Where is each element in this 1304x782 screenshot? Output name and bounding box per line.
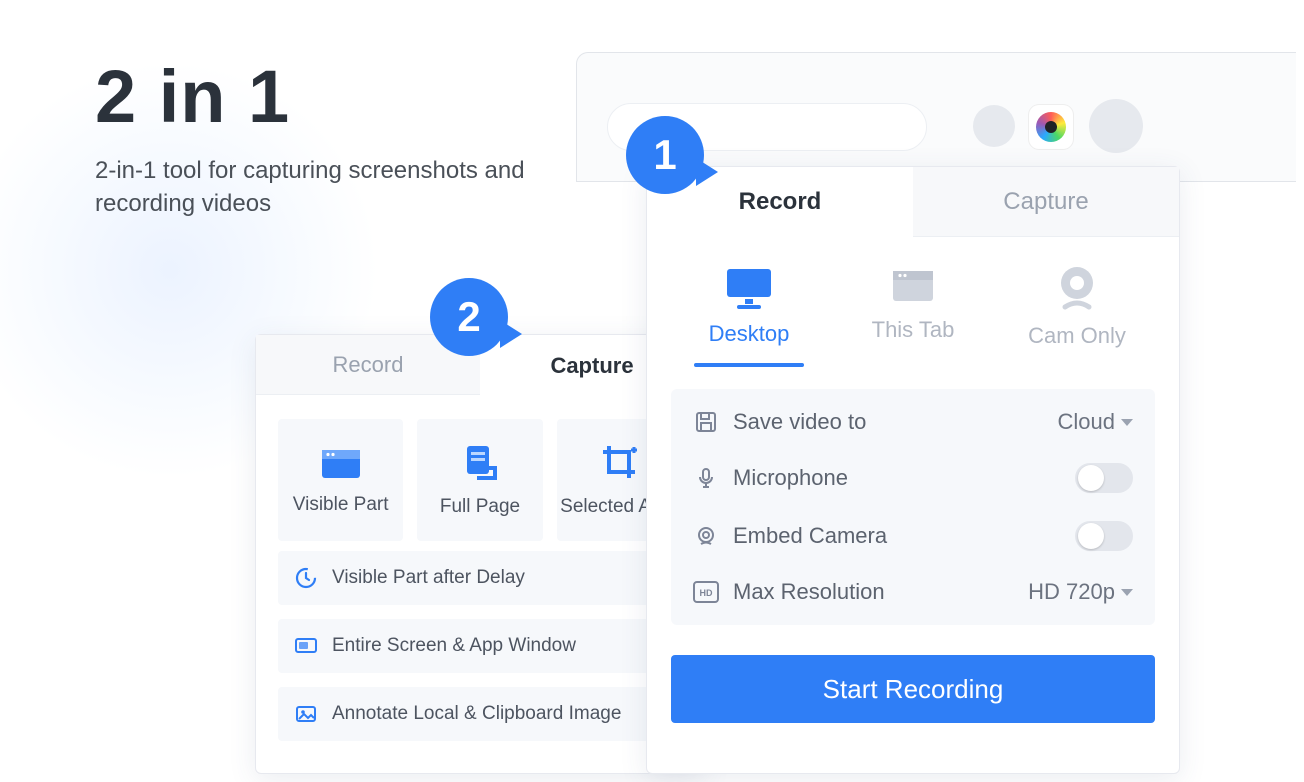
record-popup-tabs: Record Capture [647, 167, 1179, 237]
setting-label: Save video to [733, 409, 866, 435]
setting-embed-camera: Embed Camera [671, 507, 1155, 565]
chevron-down-icon [1121, 589, 1133, 596]
microphone-toggle[interactable] [1075, 463, 1133, 493]
image-icon [294, 702, 318, 726]
tile-label: Full Page [440, 496, 520, 518]
crop-icon [599, 442, 639, 482]
tab-icon [887, 263, 939, 307]
list-item-visible-delay[interactable]: Visible Part after Delay [278, 551, 682, 605]
hd-icon: HD [693, 579, 719, 605]
tile-full-page[interactable]: Full Page [417, 419, 542, 541]
capture-list: Visible Part after Delay Entire Screen &… [256, 551, 704, 753]
headline-block: 2 in 1 2-in-1 tool for capturing screens… [95, 58, 555, 221]
clock-icon [294, 566, 318, 590]
callout-bubble-2: 2 [430, 278, 508, 356]
setting-label: Max Resolution [733, 579, 885, 605]
camera-toggle[interactable] [1075, 521, 1133, 551]
dropdown-value: HD 720p [1028, 579, 1115, 605]
save-icon [693, 409, 719, 435]
save-to-dropdown[interactable]: Cloud [1058, 409, 1133, 435]
resolution-dropdown[interactable]: HD 720p [1028, 579, 1133, 605]
headline-subtitle: 2-in-1 tool for capturing screenshots an… [95, 154, 555, 221]
capture-popup: Record Capture Visible Part Full Page Se… [255, 334, 705, 774]
monitor-icon [294, 634, 318, 658]
source-label: Cam Only [1028, 323, 1126, 349]
camera-icon [1036, 112, 1066, 142]
chevron-down-icon [1121, 419, 1133, 426]
window-icon [320, 444, 362, 480]
record-settings: Save video to Cloud Microphone Embed C [671, 389, 1155, 625]
extension-icon[interactable] [1029, 105, 1073, 149]
toolbar-dot [973, 105, 1015, 147]
dropdown-value: Cloud [1058, 409, 1115, 435]
list-item-label: Visible Part after Delay [332, 567, 525, 589]
tab-capture[interactable]: Capture [913, 167, 1179, 236]
source-cam-only[interactable]: Cam Only [1002, 263, 1152, 367]
callout-bubble-1: 1 [626, 116, 704, 194]
capture-tiles: Visible Part Full Page Selected Area [256, 395, 704, 551]
tile-label: Visible Part [293, 494, 389, 516]
source-label: This Tab [872, 317, 955, 343]
microphone-icon [693, 465, 719, 491]
desktop-icon [721, 263, 777, 311]
bubble-tail [696, 158, 718, 186]
setting-label: Embed Camera [733, 523, 887, 549]
svg-text:HD: HD [700, 588, 713, 598]
source-this-tab[interactable]: This Tab [838, 263, 988, 367]
list-item-label: Annotate Local & Clipboard Image [332, 703, 621, 725]
bubble-tail [500, 320, 522, 348]
profile-avatar[interactable] [1089, 99, 1143, 153]
active-underline [694, 363, 804, 367]
source-label: Desktop [709, 321, 790, 347]
list-item-annotate[interactable]: Annotate Local & Clipboard Image [278, 687, 682, 741]
source-row: Desktop This Tab Cam Only [647, 237, 1179, 375]
setting-microphone: Microphone [671, 449, 1155, 507]
headline-title: 2 in 1 [95, 58, 555, 136]
setting-label: Microphone [733, 465, 848, 491]
source-desktop[interactable]: Desktop [674, 263, 824, 367]
setting-save-to: Save video to Cloud [671, 395, 1155, 449]
webcam-icon [1053, 263, 1101, 313]
bubble-number: 2 [457, 293, 480, 341]
start-recording-button[interactable]: Start Recording [671, 655, 1155, 723]
list-item-label: Entire Screen & App Window [332, 635, 576, 657]
list-item-entire-screen[interactable]: Entire Screen & App Window [278, 619, 682, 673]
bubble-number: 1 [653, 131, 676, 179]
record-popup: Record Capture Desktop This Tab Cam Only [646, 166, 1180, 774]
setting-resolution: HD Max Resolution HD 720p [671, 565, 1155, 619]
tile-visible-part[interactable]: Visible Part [278, 419, 403, 541]
camera-icon [693, 523, 719, 549]
scroll-page-icon [462, 442, 498, 482]
